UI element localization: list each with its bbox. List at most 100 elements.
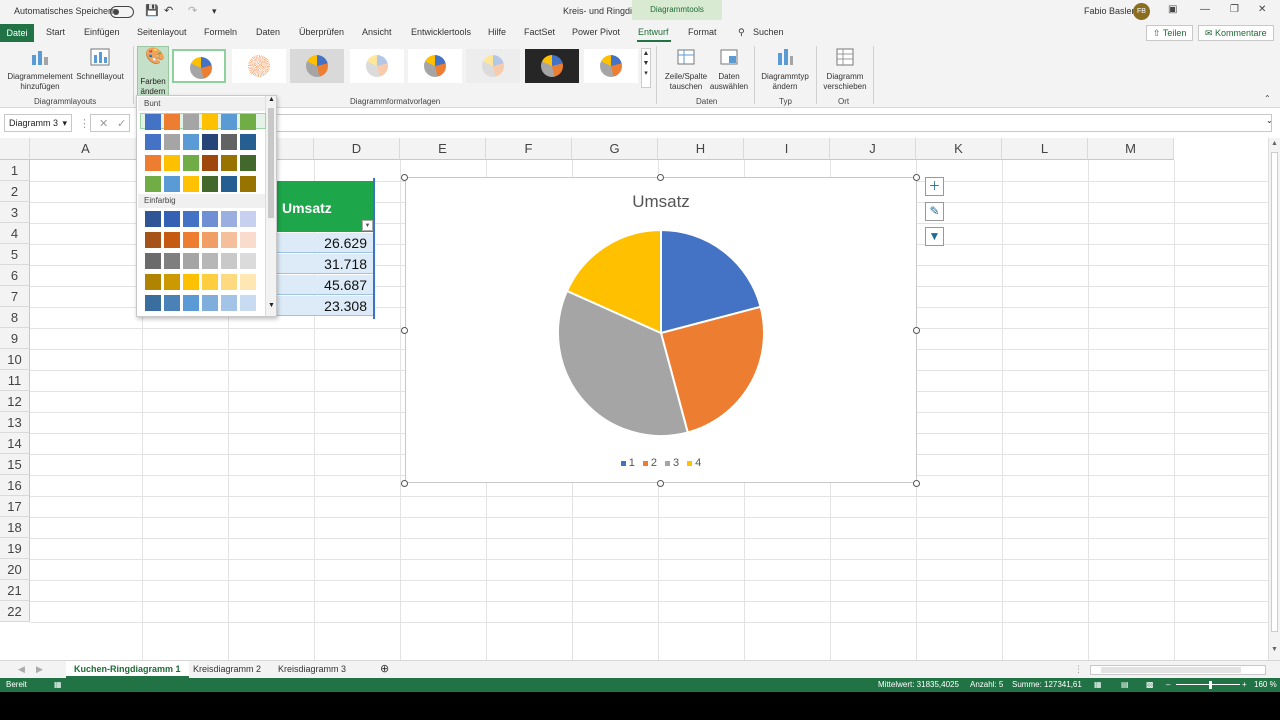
legend-item-4[interactable]: 4 [687,457,701,469]
chart-elements-button[interactable]: ＋ [925,177,944,196]
resize-handle[interactable] [401,480,408,487]
pie-chart[interactable]: Umsatz 1 2 3 4 [405,177,917,483]
name-box[interactable]: Diagramm 3 ▾ [4,114,72,132]
scroll-down-icon[interactable]: ▼ [1271,646,1278,653]
table-header-umsatz[interactable]: Umsatz [276,181,373,232]
resize-handle[interactable] [913,174,920,181]
colorful-palette-1[interactable] [140,113,266,130]
chart-style-6[interactable] [466,49,520,83]
tab-start[interactable]: Start [46,27,65,37]
confirm-icon[interactable]: ✓ [117,117,126,130]
table-cell[interactable]: 26.629 [276,233,373,253]
sheet-tab-1[interactable]: Kuchen-Ringdiagramm 1 [66,661,189,678]
row-header-1[interactable]: 1 [0,160,30,181]
customize-qat-icon[interactable]: ▾ [212,6,217,17]
resize-handle[interactable] [401,174,408,181]
pie-plot[interactable] [556,228,766,438]
resize-handle[interactable] [657,480,664,487]
page-break-icon[interactable]: ▩ [1146,680,1154,689]
zoom-slider-thumb[interactable] [1209,681,1212,689]
chevron-down-icon[interactable]: ▼ [268,302,275,309]
share-button[interactable]: ⇧ Teilen [1146,25,1194,41]
avatar[interactable]: FB [1133,3,1150,20]
status-sum[interactable]: Summe: 127341,61 [1012,680,1082,689]
monochrome-palette-3[interactable] [145,253,259,269]
colorful-palette-4[interactable] [145,176,259,192]
chart-style-2[interactable] [232,49,286,83]
row-header-3[interactable]: 3 [0,202,30,223]
save-icon[interactable]: 💾 [145,4,159,17]
row-header-22[interactable]: 22 [0,601,30,622]
status-average[interactable]: Mittelwert: 31835,4025 [878,680,959,689]
change-chart-type-button[interactable]: Diagrammtyp ändern [758,47,812,92]
row-header-19[interactable]: 19 [0,538,30,559]
move-chart-button[interactable]: Diagramm verschieben [820,47,870,92]
chart-style-4[interactable] [350,49,404,83]
row-header-2[interactable]: 2 [0,181,30,202]
table-cell[interactable]: 31.718 [276,254,373,274]
tab-hilfe[interactable]: Hilfe [488,27,506,37]
monochrome-palette-2[interactable] [145,232,259,248]
undo-icon[interactable]: ↶ [164,4,173,17]
tab-daten[interactable]: Daten [256,27,280,37]
switch-row-column-button[interactable]: Zeile/Spalte tauschen [663,47,709,92]
styles-scroll[interactable]: ▲ ▼ ▾ [641,48,651,88]
vertical-scrollbar[interactable]: ▲ ▼ [1268,138,1280,660]
resize-handle[interactable] [657,174,664,181]
user-name[interactable]: Fabio Basler [1084,6,1135,16]
column-header-e[interactable]: E [400,138,486,160]
tab-ansicht[interactable]: Ansicht [362,27,392,37]
collapse-ribbon-icon[interactable]: ⌃ [1264,94,1271,104]
monochrome-palette-5[interactable] [145,295,259,311]
column-header-l[interactable]: L [1002,138,1088,160]
select-data-button[interactable]: Daten auswählen [708,47,750,92]
sheet-tab-2[interactable]: Kreisdiagramm 2 [185,661,269,678]
normal-view-icon[interactable]: ▦ [1094,680,1102,689]
chart-style-7[interactable] [525,49,579,83]
tab-ueberpruefen[interactable]: Überprüfen [299,27,344,37]
select-all[interactable] [0,138,30,160]
add-chart-element-button[interactable]: Diagrammelement hinzufügen [6,47,74,92]
comments-button[interactable]: ✉ Kommentare [1198,25,1274,41]
table-cell[interactable]: 23.308 [276,296,373,316]
row-header-21[interactable]: 21 [0,580,30,601]
search-icon[interactable]: ⚲ [738,27,745,38]
zoom-level[interactable]: 160 % [1254,680,1277,689]
tab-power-pivot[interactable]: Power Pivot [572,27,620,37]
formula-input[interactable] [276,114,1272,132]
row-header-9[interactable]: 9 [0,328,30,349]
row-header-15[interactable]: 15 [0,454,30,475]
column-header-d[interactable]: D [314,138,400,160]
page-layout-icon[interactable]: ▤ [1121,680,1129,689]
monochrome-palette-4[interactable] [145,274,259,290]
column-header-j[interactable]: J [830,138,916,160]
zoom-out-icon[interactable]: – [1166,680,1170,689]
legend-item-1[interactable]: 1 [620,457,635,469]
tab-einfuegen[interactable]: Einfügen [84,27,120,37]
row-header-7[interactable]: 7 [0,286,30,307]
row-header-14[interactable]: 14 [0,433,30,454]
search-label[interactable]: Suchen [753,27,784,37]
chart-title[interactable]: Umsatz [406,192,916,212]
autosave-toggle[interactable] [110,6,134,18]
monochrome-palette-1[interactable] [145,211,259,227]
column-header-g[interactable]: G [572,138,658,160]
row-header-13[interactable]: 13 [0,412,30,433]
change-colors-button[interactable]: 🎨 Farben ändern [137,46,169,96]
legend-item-3[interactable]: 3 [665,457,679,469]
table-cell[interactable]: 45.687 [276,275,373,295]
resize-handle[interactable] [401,327,408,334]
scroll-thumb[interactable] [1101,667,1241,673]
filter-dropdown-icon[interactable]: ▼ [362,220,373,231]
row-header-4[interactable]: 4 [0,223,30,244]
row-header-10[interactable]: 10 [0,349,30,370]
restore-icon[interactable]: ❐ [1230,4,1239,15]
tab-factset[interactable]: FactSet [524,27,555,37]
ribbon-display-icon[interactable]: ▣ [1168,4,1177,15]
dropdown-scrollbar[interactable]: ▲ ▼ [265,96,276,316]
tab-entwicklertools[interactable]: Entwicklertools [411,27,471,37]
sheet-tab-3[interactable]: Kreisdiagramm 3 [270,661,354,678]
row-header-16[interactable]: 16 [0,475,30,496]
legend-item-2[interactable]: 2 [642,457,657,469]
chart-style-1[interactable] [172,49,226,83]
